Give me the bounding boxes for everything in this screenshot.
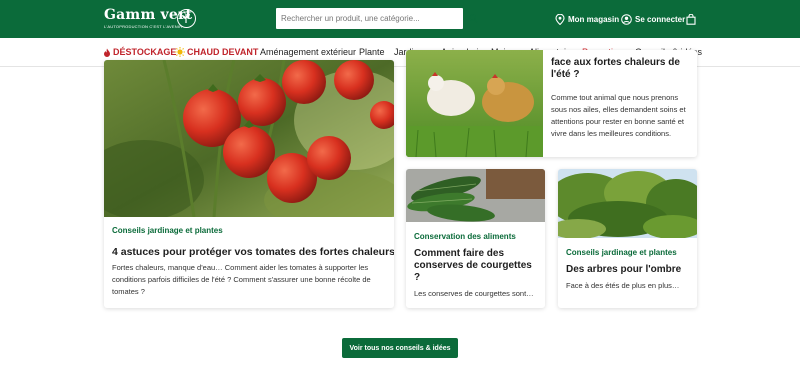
article-description: Les conserves de courgettes sont… [414,289,534,298]
nav-item-amenagement[interactable]: Aménagement extérieur [260,47,356,57]
article-card-courgettes[interactable]: Conservation des aliments Comment faire … [406,169,545,308]
tomato-plant-image [104,60,394,217]
top-header: Gamm vert L'AUTOPRODUCTION C'EST L'AVENI… [0,0,800,38]
view-all-advice-button[interactable]: Voir tous nos conseils & idées [342,338,458,358]
article-category: Conservation des aliments [414,232,516,241]
courgettes-image [406,169,545,222]
brand-logo[interactable]: Gamm vert L'AUTOPRODUCTION C'EST L'AVENI… [104,6,196,32]
my-store-link[interactable]: Mon magasin [555,12,619,26]
article-card-trees[interactable]: Conseils jardinage et plantes Des arbres… [558,169,697,308]
login-link[interactable]: Se connecter [621,12,685,26]
article-card-tomatoes[interactable]: Conseils jardinage et plantes 4 astuces … [104,60,394,308]
hens-image [406,50,543,157]
nav-item-destockage[interactable]: DÉSTOCKAGE [103,47,176,57]
nav-label: CHAUD DEVANT [187,47,259,57]
sun-icon [175,47,185,57]
trees-garden-image [558,169,697,238]
search-button[interactable] [463,8,483,29]
article-title: Comment faire des conserves de courgette… [414,248,532,283]
article-title: 4 astuces pour protéger vos tomates des … [112,246,394,258]
nav-label: Aménagement extérieur [260,47,357,57]
article-description: Face à des étés de plus en plus… [566,281,680,290]
nav-label: DÉSTOCKAGE [113,47,177,57]
article-category: Conseils jardinage et plantes [112,226,223,235]
logo-emblem-icon [177,9,196,28]
article-description: Comme tout animal que nous prenons sous … [551,93,686,138]
my-store-label: Mon magasin [568,14,620,24]
search-icon [468,14,478,23]
nav-item-chaud-devant[interactable]: CHAUD DEVANT [175,47,258,57]
shopping-bag-icon [686,13,696,25]
location-pin-icon [555,13,565,25]
logo-tagline: L'AUTOPRODUCTION C'EST L'AVENIR [104,24,183,29]
article-title: Des arbres pour l'ombre [566,264,682,275]
nav-item-plante[interactable]: Plante [359,47,385,57]
article-title-partial: face aux fortes chaleurs de l'été ? [551,57,680,80]
fire-icon [104,48,110,57]
nav-label: Plante [359,47,385,57]
article-card-hens[interactable]: face aux fortes chaleurs de l'été ? Comm… [406,50,697,157]
cart-button[interactable] [686,12,696,26]
article-description: Fortes chaleurs, manque d'eau… Comment a… [112,263,371,296]
user-icon [621,13,632,25]
search-input[interactable] [276,8,463,29]
login-label: Se connecter [635,14,686,24]
article-category: Conseils jardinage et plantes [566,248,677,257]
